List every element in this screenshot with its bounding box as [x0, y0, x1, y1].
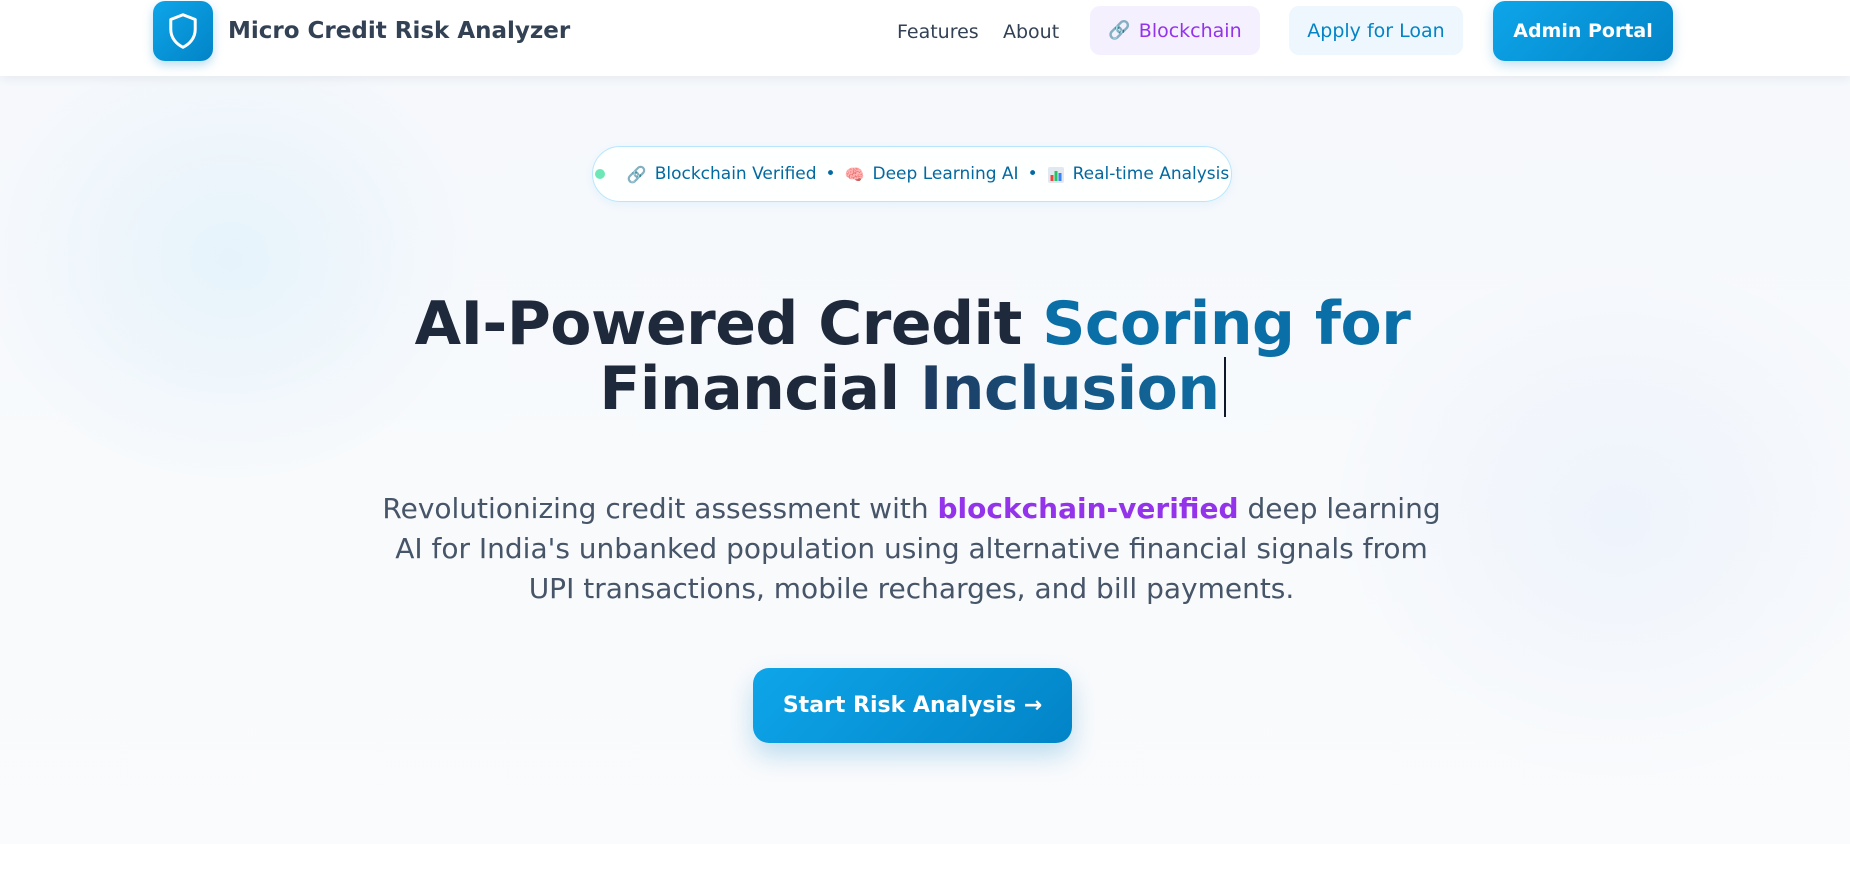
apply-for-loan-button[interactable]: Apply for Loan	[1289, 6, 1463, 55]
hero-title-accent: Scoring for	[1042, 289, 1411, 359]
badge-item-realtime: Real-time Analysis	[1072, 164, 1230, 184]
brand-name[interactable]: Micro Credit Risk Analyzer	[228, 16, 570, 46]
badge-item-blockchain: Blockchain Verified	[654, 164, 817, 184]
badge-item-deep-learning: Deep Learning AI	[872, 164, 1019, 184]
blockchain-button[interactable]: 🔗 Blockchain	[1090, 6, 1260, 55]
shield-icon	[169, 13, 197, 49]
logo[interactable]	[153, 1, 213, 61]
badge-separator: •	[825, 164, 836, 184]
start-risk-analysis-button[interactable]: Start Risk Analysis →	[753, 668, 1072, 743]
blockchain-button-label: Blockchain	[1138, 19, 1242, 42]
badge-separator: •	[1027, 164, 1038, 184]
section-divider	[0, 844, 1850, 890]
typing-cursor	[1223, 357, 1226, 417]
link-icon: 🔗	[1108, 20, 1131, 41]
hero-title-part: AI-Powered Credit	[414, 289, 1043, 359]
page-background	[0, 0, 1850, 890]
bar-chart-icon	[1047, 167, 1064, 183]
subtitle-text: Revolutionizing credit assessment with	[382, 492, 938, 525]
nav-about[interactable]: About	[1003, 17, 1059, 47]
hero-subtitle: Revolutionizing credit assessment with b…	[380, 489, 1443, 609]
brain-icon: 🧠	[844, 164, 865, 184]
status-dot	[594, 169, 605, 179]
nav-features[interactable]: Features	[897, 17, 979, 47]
hero-title-gradient: Inclusion	[919, 354, 1220, 424]
subtitle-highlight: blockchain-verified	[937, 492, 1239, 525]
feature-badge: 🔗 Blockchain Verified • 🧠 Deep Learning …	[592, 146, 1232, 202]
link-icon: 🔗	[626, 164, 647, 184]
admin-portal-button[interactable]: Admin Portal	[1493, 1, 1673, 61]
top-navbar: Micro Credit Risk Analyzer Features Abou…	[0, 0, 1850, 76]
hero-title-part: Financial	[599, 354, 920, 424]
hero-title: AI-Powered Credit Scoring for Financial …	[400, 292, 1425, 422]
